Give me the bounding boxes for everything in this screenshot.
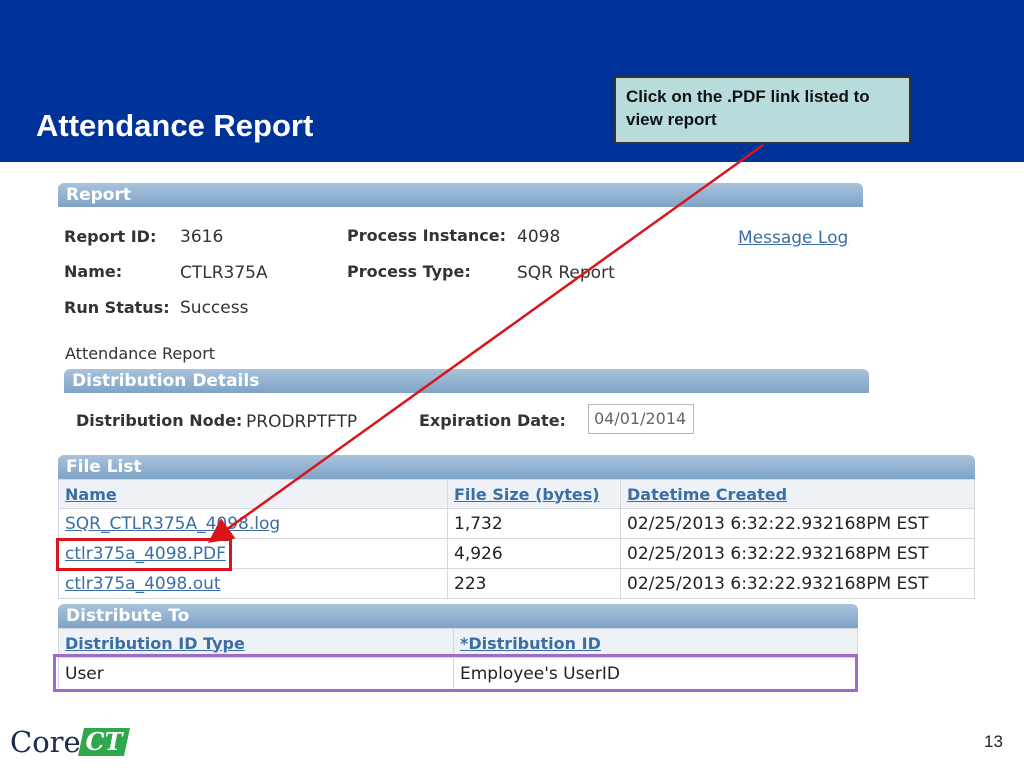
pointer-arrow [207,143,764,543]
page-number: 13 [984,732,1003,751]
logo-ct-text: CT [85,727,123,756]
arrow-line [207,143,764,543]
logo-ct-badge: CT [78,727,130,756]
